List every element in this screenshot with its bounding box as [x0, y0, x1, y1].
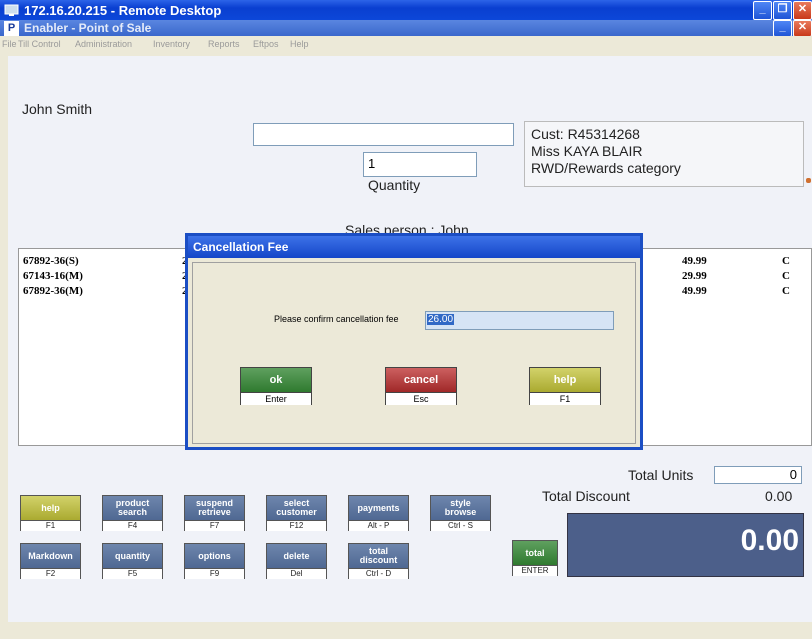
- payments-button[interactable]: payments Alt - P: [348, 495, 409, 531]
- product-search-button[interactable]: product search F4: [102, 495, 163, 531]
- total-discount-key-label: total discount: [349, 544, 408, 568]
- app-close-button[interactable]: ✕: [793, 20, 812, 37]
- suspend-retrieve-label: suspend retrieve: [185, 496, 244, 520]
- product-search-shortcut: F4: [103, 520, 162, 531]
- select-customer-shortcut: F12: [267, 520, 326, 531]
- customer-category: RWD/Rewards category: [531, 160, 681, 176]
- menu-reports[interactable]: Reports: [208, 39, 240, 49]
- dialog-titlebar: Cancellation Fee: [188, 236, 640, 258]
- menu-bar: File Till Control Administration Invento…: [0, 36, 812, 54]
- quantity-button[interactable]: quantity F5: [102, 543, 163, 579]
- remote-desktop-titlebar: 172.16.20.215 - Remote Desktop _ ❐ ✕: [0, 0, 812, 20]
- item-price: 49.99: [682, 285, 707, 297]
- customer-panel: Cust: R45314268 Miss KAYA BLAIR RWD/Rewa…: [524, 121, 804, 187]
- total-units-value: 0: [789, 467, 797, 482]
- item-code: 67892-36(M): [23, 285, 83, 297]
- app-minimize-button[interactable]: _: [773, 20, 792, 37]
- suspend-retrieve-shortcut: F7: [185, 520, 244, 531]
- payments-shortcut: Alt - P: [349, 520, 408, 531]
- payments-label: payments: [349, 496, 408, 520]
- menu-file[interactable]: File: [2, 39, 17, 49]
- dialog-help-label: help: [530, 368, 600, 392]
- quantity-input[interactable]: 1: [363, 152, 477, 177]
- total-label: total: [513, 541, 557, 565]
- total-units-field: 0: [714, 466, 802, 484]
- style-browse-shortcut: Ctrl - S: [431, 520, 490, 531]
- total-units-label: Total Units: [628, 467, 694, 483]
- remote-desktop-title: 172.16.20.215 - Remote Desktop: [24, 3, 222, 18]
- total-shortcut: ENTER: [513, 565, 557, 576]
- dialog-title: Cancellation Fee: [193, 240, 289, 254]
- item-code: 67143-16(M): [23, 270, 83, 282]
- app-titlebar: P Enabler - Point of Sale _ ✕: [0, 20, 812, 37]
- product-search-label: product search: [103, 496, 162, 520]
- dialog-body: Please confirm cancellation fee 26.00 ok…: [192, 262, 636, 444]
- total-discount-button[interactable]: total discount Ctrl - D: [348, 543, 409, 579]
- help-label: help: [21, 496, 80, 520]
- cancel-shortcut: Esc: [386, 392, 456, 405]
- quantity-label: Quantity: [368, 177, 421, 193]
- item-price: 49.99: [682, 255, 707, 267]
- customer-name: Miss KAYA BLAIR: [531, 143, 643, 159]
- item-flag: C: [782, 270, 790, 282]
- style-browse-button[interactable]: style browse Ctrl - S: [430, 495, 491, 531]
- dialog-help-shortcut: F1: [530, 392, 600, 405]
- menu-till-control[interactable]: Till Control: [18, 39, 61, 49]
- markdown-button[interactable]: Markdown F2: [20, 543, 81, 579]
- app-icon: P: [4, 21, 19, 36]
- help-button[interactable]: help F1: [20, 495, 81, 531]
- total-discount-value: 0.00: [765, 488, 793, 504]
- total-discount-label: Total Discount: [542, 488, 630, 504]
- total-discount-shortcut: Ctrl - D: [349, 568, 408, 579]
- remote-desktop-icon: [4, 4, 19, 16]
- help-shortcut: F1: [21, 520, 80, 531]
- dialog-help-button[interactable]: help F1: [529, 367, 601, 405]
- status-bar: [0, 622, 812, 639]
- options-button[interactable]: options F9: [184, 543, 245, 579]
- suspend-retrieve-button[interactable]: suspend retrieve F7: [184, 495, 245, 531]
- item-flag: C: [782, 285, 790, 297]
- ok-button[interactable]: ok Enter: [240, 367, 312, 405]
- item-price: 29.99: [682, 270, 707, 282]
- product-input[interactable]: [253, 123, 514, 146]
- menu-eftpos[interactable]: Eftpos: [253, 39, 279, 49]
- edge-marker: [806, 178, 811, 183]
- delete-shortcut: Del: [267, 568, 326, 579]
- operator-name: John Smith: [22, 101, 93, 117]
- quantity-value: 1: [368, 156, 376, 171]
- fee-input[interactable]: 26.00: [425, 311, 614, 330]
- ok-shortcut: Enter: [241, 392, 311, 405]
- cancellation-fee-dialog: Cancellation Fee Please confirm cancella…: [185, 233, 643, 450]
- menu-inventory[interactable]: Inventory: [153, 39, 190, 49]
- grand-total-value: 0.00: [740, 524, 799, 557]
- select-customer-button[interactable]: select customer F12: [266, 495, 327, 531]
- delete-label: delete: [267, 544, 326, 568]
- markdown-shortcut: F2: [21, 568, 80, 579]
- delete-button[interactable]: delete Del: [266, 543, 327, 579]
- total-button[interactable]: total ENTER: [512, 540, 558, 576]
- customer-number: Cust: R45314268: [531, 126, 640, 142]
- options-label: options: [185, 544, 244, 568]
- fee-value: 26.00: [427, 314, 455, 325]
- select-customer-label: select customer: [267, 496, 326, 520]
- quantity-shortcut: F5: [103, 568, 162, 579]
- item-code: 67892-36(S): [23, 255, 79, 267]
- app-title: Enabler - Point of Sale: [24, 21, 152, 35]
- options-shortcut: F9: [185, 568, 244, 579]
- minimize-button[interactable]: _: [753, 1, 772, 20]
- close-button[interactable]: ✕: [793, 1, 812, 20]
- cancel-button[interactable]: cancel Esc: [385, 367, 457, 405]
- item-flag: C: [782, 255, 790, 267]
- cancel-label: cancel: [386, 368, 456, 392]
- restore-button[interactable]: ❐: [773, 1, 792, 20]
- ok-label: ok: [241, 368, 311, 392]
- menu-administration[interactable]: Administration: [75, 39, 132, 49]
- dialog-prompt: Please confirm cancellation fee: [274, 314, 399, 324]
- markdown-label: Markdown: [21, 544, 80, 568]
- style-browse-label: style browse: [431, 496, 490, 520]
- quantity-key-label: quantity: [103, 544, 162, 568]
- menu-help[interactable]: Help: [290, 39, 309, 49]
- grand-total-panel: 0.00: [567, 513, 804, 577]
